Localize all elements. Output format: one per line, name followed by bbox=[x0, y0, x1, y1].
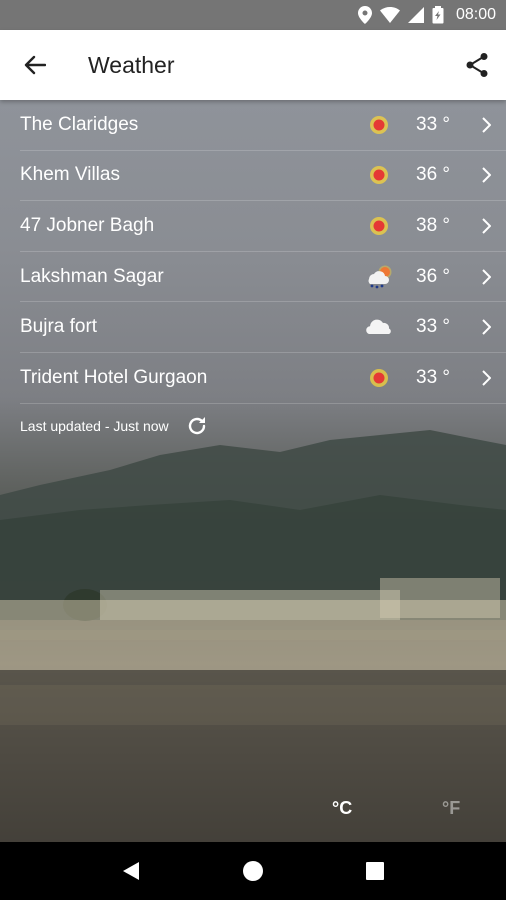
location-row[interactable]: Khem Villas 36 ° bbox=[20, 151, 506, 202]
back-button[interactable] bbox=[0, 30, 70, 100]
nav-back-icon bbox=[123, 862, 139, 880]
nav-recents-icon bbox=[366, 862, 384, 880]
back-arrow-icon bbox=[24, 55, 46, 75]
chevron-right-icon bbox=[472, 100, 500, 150]
refresh-icon bbox=[188, 417, 205, 435]
chevron-right-icon bbox=[472, 353, 500, 403]
location-row[interactable]: Trident Hotel Gurgaon 33 ° bbox=[20, 353, 506, 404]
cell-signal-icon bbox=[407, 7, 424, 23]
location-temp: 33 ° bbox=[416, 316, 451, 338]
nav-recents-button[interactable] bbox=[355, 851, 395, 891]
status-bar: 08:00 bbox=[0, 0, 506, 30]
location-row[interactable]: Bujra fort 33 ° bbox=[20, 302, 506, 353]
share-button[interactable] bbox=[448, 30, 506, 100]
sun-icon bbox=[364, 112, 394, 138]
refresh-button[interactable] bbox=[183, 412, 211, 440]
location-temp: 38 ° bbox=[416, 214, 451, 236]
share-icon bbox=[466, 53, 488, 77]
location-row[interactable]: 47 Jobner Bagh 38 ° bbox=[20, 201, 506, 252]
weather-list-screen: The Claridges 33 ° Khem Villas 36 ° 47 J… bbox=[0, 100, 506, 842]
location-name: Lakshman Sagar bbox=[20, 265, 164, 287]
celsius-button[interactable]: °C bbox=[332, 798, 352, 819]
fahrenheit-button[interactable]: °F bbox=[442, 798, 460, 819]
location-name: Khem Villas bbox=[20, 164, 120, 186]
location-row[interactable]: Lakshman Sagar 36 ° bbox=[20, 252, 506, 303]
location-name: Bujra fort bbox=[20, 316, 98, 338]
location-temp: 33 ° bbox=[416, 366, 451, 388]
rain-sun-icon bbox=[364, 264, 394, 290]
location-temp: 33 ° bbox=[416, 113, 451, 135]
app-bar: Weather bbox=[0, 30, 506, 100]
location-name: Trident Hotel Gurgaon bbox=[20, 366, 208, 388]
wifi-icon bbox=[379, 7, 400, 23]
chevron-right-icon bbox=[472, 150, 500, 200]
page-title: Weather bbox=[88, 51, 175, 78]
location-icon bbox=[357, 6, 372, 24]
sun-icon bbox=[364, 213, 394, 239]
chevron-right-icon bbox=[472, 252, 500, 302]
sun-icon bbox=[364, 162, 394, 188]
nav-home-button[interactable] bbox=[233, 851, 273, 891]
location-row[interactable]: The Claridges 33 ° bbox=[20, 100, 506, 151]
nav-home-icon bbox=[243, 861, 263, 881]
cloud-icon bbox=[364, 314, 394, 340]
chevron-right-icon bbox=[472, 302, 500, 352]
unit-toggle: °C °F bbox=[0, 798, 506, 830]
chevron-right-icon bbox=[472, 201, 500, 251]
last-updated: Last updated - Just now bbox=[20, 412, 211, 440]
location-temp: 36 ° bbox=[416, 265, 451, 287]
location-name: 47 Jobner Bagh bbox=[20, 214, 155, 236]
location-list: The Claridges 33 ° Khem Villas 36 ° 47 J… bbox=[0, 100, 506, 404]
last-updated-text: Last updated - Just now bbox=[20, 418, 169, 434]
sun-icon bbox=[364, 365, 394, 391]
nav-back-button[interactable] bbox=[111, 851, 151, 891]
location-temp: 36 ° bbox=[416, 164, 451, 186]
location-name: The Claridges bbox=[20, 113, 139, 135]
status-time: 08:00 bbox=[455, 6, 496, 23]
system-nav-bar bbox=[0, 842, 506, 900]
battery-icon bbox=[432, 6, 444, 24]
